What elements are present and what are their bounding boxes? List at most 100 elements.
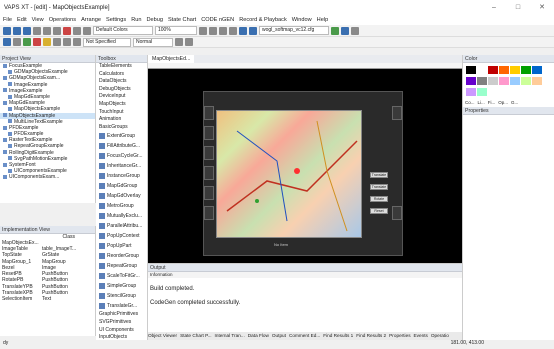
menu-code-ngen[interactable]: CODE nGEN (201, 17, 234, 23)
minimize-button[interactable]: – (482, 0, 506, 15)
color-swatch[interactable] (466, 88, 476, 96)
bottom-tab[interactable]: Output (272, 333, 286, 338)
toolbox-group-item[interactable]: MapGdGroup (96, 181, 147, 191)
toolbox-group-item[interactable]: SimpleGroup (96, 281, 147, 291)
color-swatch[interactable] (521, 77, 531, 85)
bottom-tab[interactable]: Comment Ed... (289, 333, 320, 338)
toolbox-category[interactable]: DataObjects (96, 78, 147, 86)
color-swatch[interactable] (510, 77, 520, 85)
text-tool-icon[interactable] (43, 38, 51, 46)
menu-view[interactable]: View (32, 17, 44, 23)
toolbox-category[interactable]: DebugObjects (96, 86, 147, 94)
color-tab[interactable]: Co... (465, 100, 475, 105)
menu-run[interactable]: Run (131, 17, 141, 23)
color-swatch[interactable] (499, 77, 509, 85)
line-width-combo[interactable]: Not Specified (83, 37, 131, 47)
bottom-tab[interactable]: Events (414, 333, 428, 338)
menu-file[interactable]: File (3, 17, 12, 23)
bottom-tab[interactable]: State Chart P... (180, 333, 211, 338)
color-swatch[interactable] (477, 88, 487, 96)
color-scheme-combo[interactable]: Default Colors (93, 26, 153, 35)
line-color-icon[interactable] (63, 38, 71, 46)
stop-icon[interactable] (351, 26, 359, 35)
gradient-icon[interactable] (73, 38, 81, 46)
run-icon[interactable] (331, 26, 339, 35)
paste-icon[interactable] (53, 26, 61, 35)
zoom-combo[interactable]: 100% (155, 26, 197, 35)
bottom-tab[interactable]: Properties (389, 333, 410, 338)
bottom-tab[interactable]: Internal Tran... (215, 333, 245, 338)
menu-help[interactable]: Help (317, 17, 329, 23)
left-softkey-1[interactable] (204, 106, 214, 120)
right-softkey-1[interactable] (392, 106, 402, 120)
toolbox-category[interactable]: Animation (96, 116, 147, 124)
delete-icon[interactable] (63, 26, 71, 35)
toolbox-group-item[interactable]: ReorderGroup (96, 251, 147, 261)
color-swatch[interactable] (532, 77, 542, 85)
bottom-tab[interactable]: Data Flow (248, 333, 269, 338)
bottom-tab[interactable]: Operatio (431, 333, 449, 338)
color-swatch[interactable] (532, 66, 542, 74)
color-swatch[interactable] (477, 66, 487, 74)
snap-icon[interactable] (229, 26, 237, 35)
color-tab[interactable]: Fi... (488, 100, 496, 105)
left-softkey-3[interactable] (204, 146, 214, 160)
redo-icon[interactable] (83, 26, 91, 35)
toolbox-group-item[interactable]: MapGdOverlay (96, 191, 147, 201)
toolbox-group-item[interactable]: StencilGroup (96, 291, 147, 301)
toolbox-category[interactable]: SVGPrimitives (96, 319, 147, 327)
tree-item[interactable]: UIComponentsExam... (0, 174, 95, 180)
group-icon[interactable] (185, 38, 193, 46)
impl-row[interactable]: SelectionItem Text (0, 296, 95, 302)
cut-icon[interactable] (33, 26, 41, 35)
toolbox-category[interactable]: UI Components (96, 327, 147, 335)
rect-tool-icon[interactable] (23, 38, 31, 46)
right-softkey-6[interactable] (392, 206, 402, 220)
menu-state-chart[interactable]: State Chart (168, 17, 196, 23)
toolbox-category[interactable]: Calculators (96, 71, 147, 79)
toolbox-group-item[interactable]: ParallelAttribu... (96, 221, 147, 231)
toolbox-category[interactable]: DeviceInput (96, 93, 147, 101)
undo-icon[interactable] (73, 26, 81, 35)
reset-button[interactable]: Reset (370, 208, 388, 214)
toolbox-category[interactable]: BasicGroups (96, 124, 147, 132)
color-swatch[interactable] (488, 66, 498, 74)
toolbox-group-item[interactable]: PopUpPart (96, 241, 147, 251)
toolbox-category[interactable]: TableElements (96, 63, 147, 71)
line-style-combo[interactable]: Normal (133, 37, 173, 47)
map-display[interactable] (216, 110, 362, 238)
menu-settings[interactable]: Settings (106, 17, 126, 23)
left-softkey-4[interactable] (204, 166, 214, 180)
line-tool-icon[interactable] (13, 38, 21, 46)
bottom-tab[interactable]: Find Results 1 (323, 333, 353, 338)
color-swatch[interactable] (466, 77, 476, 85)
distribute-icon[interactable] (209, 26, 217, 35)
config-combo[interactable]: wogl_softmap_vc12.cfg (259, 26, 329, 35)
menu-window[interactable]: Window (292, 17, 312, 23)
color-swatch[interactable] (466, 66, 476, 74)
toolbox-group-item[interactable]: FillAttributeG... (96, 141, 147, 151)
fill-color-icon[interactable] (53, 38, 61, 46)
grid-icon[interactable] (219, 26, 227, 35)
tab-mapobjects-editor[interactable]: MapObjectsEd... (148, 55, 195, 63)
toolbox-group-item[interactable]: ExtentGroup (96, 131, 147, 141)
codegen-icon[interactable] (249, 26, 257, 35)
maximize-button[interactable]: □ (506, 0, 530, 15)
color-swatch[interactable] (521, 66, 531, 74)
color-swatch[interactable] (488, 77, 498, 85)
open-icon[interactable] (13, 26, 21, 35)
toolbox-category[interactable]: TouchInput (96, 109, 147, 117)
toolbox-group-item[interactable]: ScaleToFitGr... (96, 271, 147, 281)
toolbox-group-item[interactable]: FocusCycleGr... (96, 151, 147, 161)
left-softkey-5[interactable] (204, 186, 214, 200)
left-softkey-6[interactable] (204, 206, 214, 220)
toolbox-group-item[interactable]: RepeatGroup (96, 261, 147, 271)
align-icon[interactable] (199, 26, 207, 35)
color-swatch[interactable] (510, 66, 520, 74)
color-swatch[interactable] (477, 77, 487, 85)
ellipse-tool-icon[interactable] (33, 38, 41, 46)
close-button[interactable]: ✕ (530, 0, 554, 15)
toolbox-group-item[interactable]: InheritanceGr... (96, 161, 147, 171)
order-icon[interactable] (175, 38, 183, 46)
color-tab[interactable]: Op... (498, 100, 508, 105)
